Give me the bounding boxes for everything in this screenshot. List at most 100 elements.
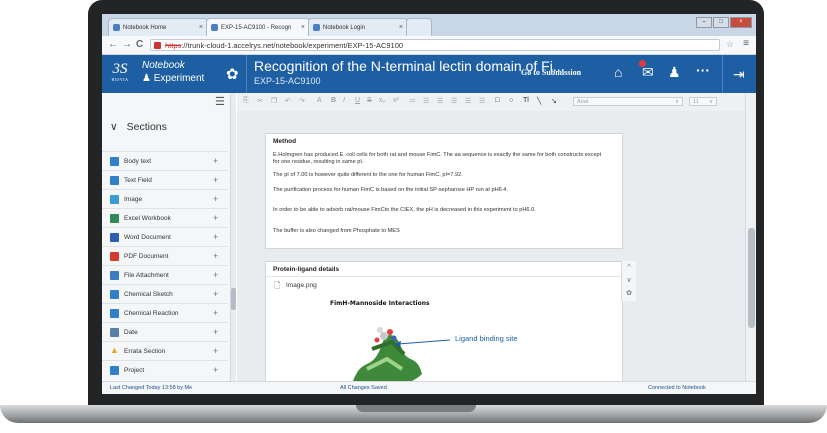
sections-header[interactable]: ∨ Sections: [110, 121, 167, 133]
section-item-chemical-reaction[interactable]: Chemical Reaction +: [102, 303, 228, 323]
numbered-list-icon[interactable]: ☰: [423, 97, 429, 105]
hamburger-menu-icon[interactable]: ☰: [215, 95, 225, 108]
method-section[interactable]: Method E.Holmgren has produced E. coli c…: [265, 133, 623, 249]
italic-icon[interactable]: I: [343, 97, 345, 104]
url-field[interactable]: https://trunk-cloud-1.accelrys.net/noteb…: [150, 39, 720, 51]
strikethrough-icon[interactable]: S: [367, 97, 372, 104]
method-paragraph: The buffer is also changed from Phosphat…: [273, 228, 400, 234]
url-path: ://trunk-cloud-1.accelrys.net/notebook/e…: [181, 41, 404, 50]
add-icon[interactable]: +: [213, 247, 218, 266]
add-icon[interactable]: +: [213, 209, 218, 228]
section-item-excel-workbook[interactable]: Excel Workbook +: [102, 208, 228, 228]
font-size-select[interactable]: 11 ∨: [689, 97, 717, 106]
user-icon[interactable]: ♟: [668, 64, 681, 81]
add-icon[interactable]: +: [213, 323, 218, 342]
section-item-chemical-sketch[interactable]: Chemical Sketch +: [102, 284, 228, 304]
font-color-icon[interactable]: A: [317, 97, 322, 104]
align-left-icon[interactable]: ☰: [437, 97, 443, 105]
add-icon[interactable]: +: [213, 152, 218, 171]
text-format-icon[interactable]: Tl: [523, 97, 529, 104]
sidebar-scrollbar[interactable]: [231, 93, 236, 381]
underline-icon[interactable]: U: [355, 97, 360, 104]
gear-icon[interactable]: ✿: [622, 287, 636, 300]
section-item-pdf-document[interactable]: PDF Document +: [102, 246, 228, 266]
reload-icon[interactable]: C: [136, 39, 143, 51]
align-right-icon[interactable]: ☰: [465, 97, 471, 105]
bullet-list-icon[interactable]: ≔: [409, 97, 416, 105]
section-item-date[interactable]: Date +: [102, 322, 228, 342]
superscript-icon[interactable]: x²: [393, 97, 399, 104]
experiment-id: EXP-15-AC9100: [254, 76, 321, 86]
justify-icon[interactable]: ☰: [479, 97, 485, 105]
submodule-label: Experiment: [153, 73, 205, 84]
bookmark-star-icon[interactable]: ☆: [726, 39, 734, 50]
maximize-icon[interactable]: □: [713, 17, 729, 28]
sidebar-scroll-thumb[interactable]: [231, 288, 236, 310]
add-icon[interactable]: +: [213, 171, 218, 190]
more-icon[interactable]: ···: [696, 62, 710, 78]
close-window-icon[interactable]: ×: [730, 17, 752, 28]
arrow-icon[interactable]: ↘: [551, 97, 557, 105]
font-family-select[interactable]: Arial ∨: [573, 97, 683, 106]
section-item-body-text[interactable]: Body text +: [102, 151, 228, 171]
add-icon[interactable]: +: [213, 228, 218, 247]
method-paragraph: E.Holmgren has produced E. coli cells fo…: [273, 152, 602, 165]
method-heading: Method: [273, 138, 297, 145]
protein-ligand-section[interactable]: Protein-ligand details 🗋 Image.png FimH-…: [265, 261, 623, 381]
add-icon[interactable]: +: [213, 190, 218, 209]
main-scrollbar[interactable]: [745, 93, 756, 381]
circle-icon[interactable]: ○: [509, 97, 513, 104]
tab-notebook-home[interactable]: Notebook Home ×: [108, 18, 208, 36]
sections-title: Sections: [126, 121, 167, 133]
section-item-word-document[interactable]: Word Document +: [102, 227, 228, 247]
add-icon[interactable]: +: [213, 361, 218, 380]
section-item-image[interactable]: Image +: [102, 189, 228, 209]
bold-icon[interactable]: B: [331, 97, 336, 104]
cut-icon[interactable]: ✂: [257, 97, 263, 105]
file-name[interactable]: Image.png: [286, 282, 317, 289]
section-item-errata-section[interactable]: ▲ Errata Section +: [102, 341, 228, 361]
word-icon: [110, 233, 119, 242]
undo-icon[interactable]: ↶: [285, 97, 291, 105]
chevron-up-icon[interactable]: ^: [622, 261, 636, 274]
section-item-file-attachment[interactable]: File Attachment +: [102, 265, 228, 285]
subscript-icon[interactable]: x₂: [379, 97, 385, 104]
body-text-icon: [110, 157, 119, 166]
add-icon[interactable]: +: [213, 342, 218, 361]
add-icon[interactable]: +: [213, 304, 218, 323]
align-center-icon[interactable]: ☰: [451, 97, 457, 105]
minimize-icon[interactable]: –: [696, 17, 712, 28]
window-controls: – □ ×: [695, 17, 752, 28]
experiment-content: Method E.Holmgren has produced E. coli c…: [237, 111, 745, 381]
home-icon[interactable]: ⌂: [614, 64, 622, 80]
main-scroll-thumb[interactable]: [748, 228, 755, 328]
gear-icon[interactable]: ✿: [226, 65, 239, 83]
favicon-icon: [211, 24, 218, 31]
section-item-text-field[interactable]: Text Field +: [102, 170, 228, 190]
back-icon[interactable]: ←: [108, 39, 118, 51]
logout-icon[interactable]: ⇥: [722, 55, 745, 93]
ligand-binding-label: Ligand binding site: [455, 334, 518, 343]
browser-menu-icon[interactable]: ≡: [743, 38, 749, 49]
tab-label: Notebook Login: [323, 25, 366, 31]
redo-icon[interactable]: ↷: [299, 97, 305, 105]
close-tab-icon[interactable]: ×: [199, 19, 203, 37]
add-icon[interactable]: +: [213, 285, 218, 304]
paste-icon[interactable]: ⎘: [243, 97, 249, 105]
line-icon[interactable]: ╲: [537, 97, 541, 105]
table-icon[interactable]: □: [495, 97, 499, 104]
go-to-submission-button[interactable]: Go to Submission: [521, 68, 581, 77]
close-tab-icon[interactable]: ×: [399, 19, 403, 37]
new-tab-button[interactable]: [406, 18, 432, 36]
forward-icon[interactable]: →: [122, 39, 132, 51]
chevron-down-icon[interactable]: ∨: [622, 274, 636, 287]
section-item-project[interactable]: Project +: [102, 360, 228, 380]
chemical-sketch-icon: [110, 290, 119, 299]
tab-experiment[interactable]: EXP-15-AC9100 - Recogn ×: [206, 18, 310, 36]
close-tab-icon[interactable]: ×: [301, 19, 305, 37]
tab-notebook-login[interactable]: Notebook Login ×: [308, 18, 408, 36]
add-icon[interactable]: +: [213, 266, 218, 285]
status-bar: Last Changed Today 13:58 by Me All Chang…: [102, 381, 756, 394]
font-size-value: 11: [693, 99, 699, 105]
copy-icon[interactable]: ❐: [271, 97, 277, 105]
